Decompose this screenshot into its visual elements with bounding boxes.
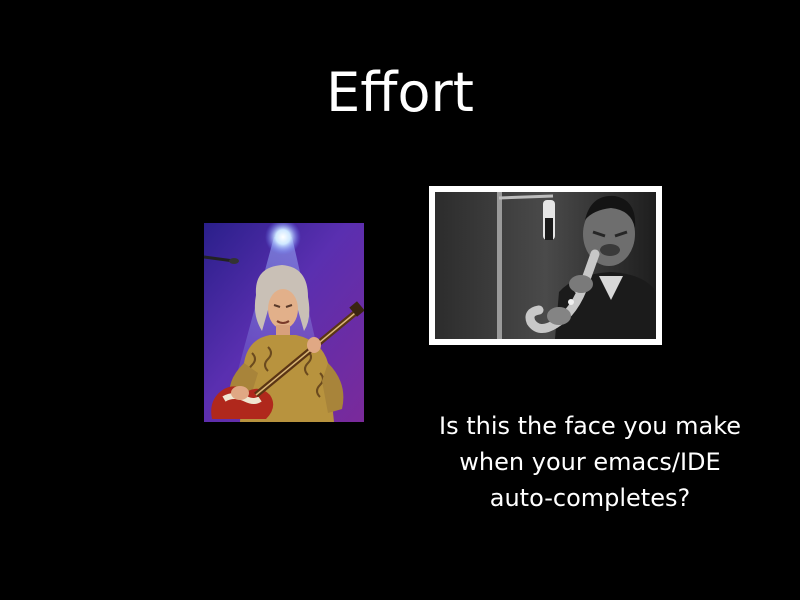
caption-line: when your emacs/IDE (459, 448, 721, 476)
slide: Effort Is this the face you make when yo… (0, 0, 800, 600)
slide-caption: Is this the face you make when your emac… (400, 408, 780, 516)
saxophonist-photo-frame (429, 186, 662, 345)
slide-title: Effort (326, 61, 474, 124)
saxophonist-photo (435, 192, 656, 339)
caption-line: auto-completes? (489, 484, 691, 512)
guitarist-photo (204, 223, 364, 422)
caption-line: Is this the face you make (438, 412, 741, 440)
